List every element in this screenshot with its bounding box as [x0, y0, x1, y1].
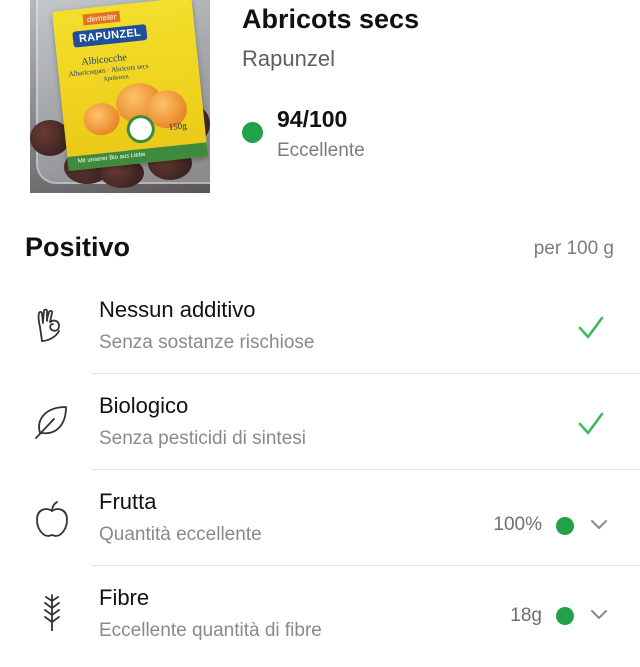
item-label: Biologico	[99, 393, 189, 418]
item-label: Nessun additivo	[99, 297, 256, 322]
product-score-label: Eccellente	[277, 140, 365, 161]
divider	[92, 565, 640, 566]
item-description: Eccellente quantità di fibre	[99, 620, 322, 641]
product-name: Abricots secs	[242, 4, 420, 34]
status-dot	[556, 517, 574, 535]
chevron-down-icon[interactable]	[589, 608, 609, 622]
package-text: Aprikozen	[103, 74, 129, 83]
list-item-organic[interactable]: Biologico Senza pesticidi di sintesi	[0, 379, 640, 475]
divider	[92, 373, 640, 374]
item-description: Senza pesticidi di sintesi	[99, 428, 306, 449]
item-label: Frutta	[99, 489, 157, 514]
product-photo[interactable]: demeter RAPUNZEL Albicocche Albaricoques…	[30, 0, 210, 193]
item-label: Fibre	[99, 585, 150, 610]
check-icon	[578, 316, 604, 339]
apple-icon	[36, 501, 68, 537]
divider	[92, 469, 640, 470]
product-score: 94/100	[277, 106, 348, 132]
chevron-down-icon[interactable]	[589, 518, 609, 532]
item-value: 18g	[510, 605, 542, 626]
package-demeter-logo: demeter	[82, 10, 121, 26]
list-item-fiber[interactable]: Fibre Eccellente quantità di fibre 18g	[0, 571, 640, 667]
package-brand-logo: RAPUNZEL	[72, 23, 148, 48]
item-description: Senza sostanze rischiose	[99, 332, 315, 353]
status-dot	[556, 607, 574, 625]
package-apricot	[81, 101, 122, 137]
product-brand: Rapunzel	[242, 46, 335, 71]
list-item-additives[interactable]: Nessun additivo Senza sostanze rischiose	[0, 283, 640, 379]
section-title: Positivo	[25, 232, 131, 262]
wheat-icon	[44, 594, 60, 631]
leaf-icon	[35, 406, 67, 439]
package-weight: 150g	[168, 120, 188, 133]
item-description: Quantità eccellente	[99, 524, 262, 545]
check-icon	[578, 412, 604, 435]
item-value: 100%	[493, 514, 542, 535]
section-unit: per 100 g	[533, 238, 614, 259]
hand-ok-icon	[37, 308, 60, 342]
list-item-fruit[interactable]: Frutta Quantità eccellente 100%	[0, 475, 640, 571]
product-package: demeter RAPUNZEL Albicocche Albaricoques…	[52, 0, 208, 171]
score-indicator-dot	[242, 122, 263, 143]
